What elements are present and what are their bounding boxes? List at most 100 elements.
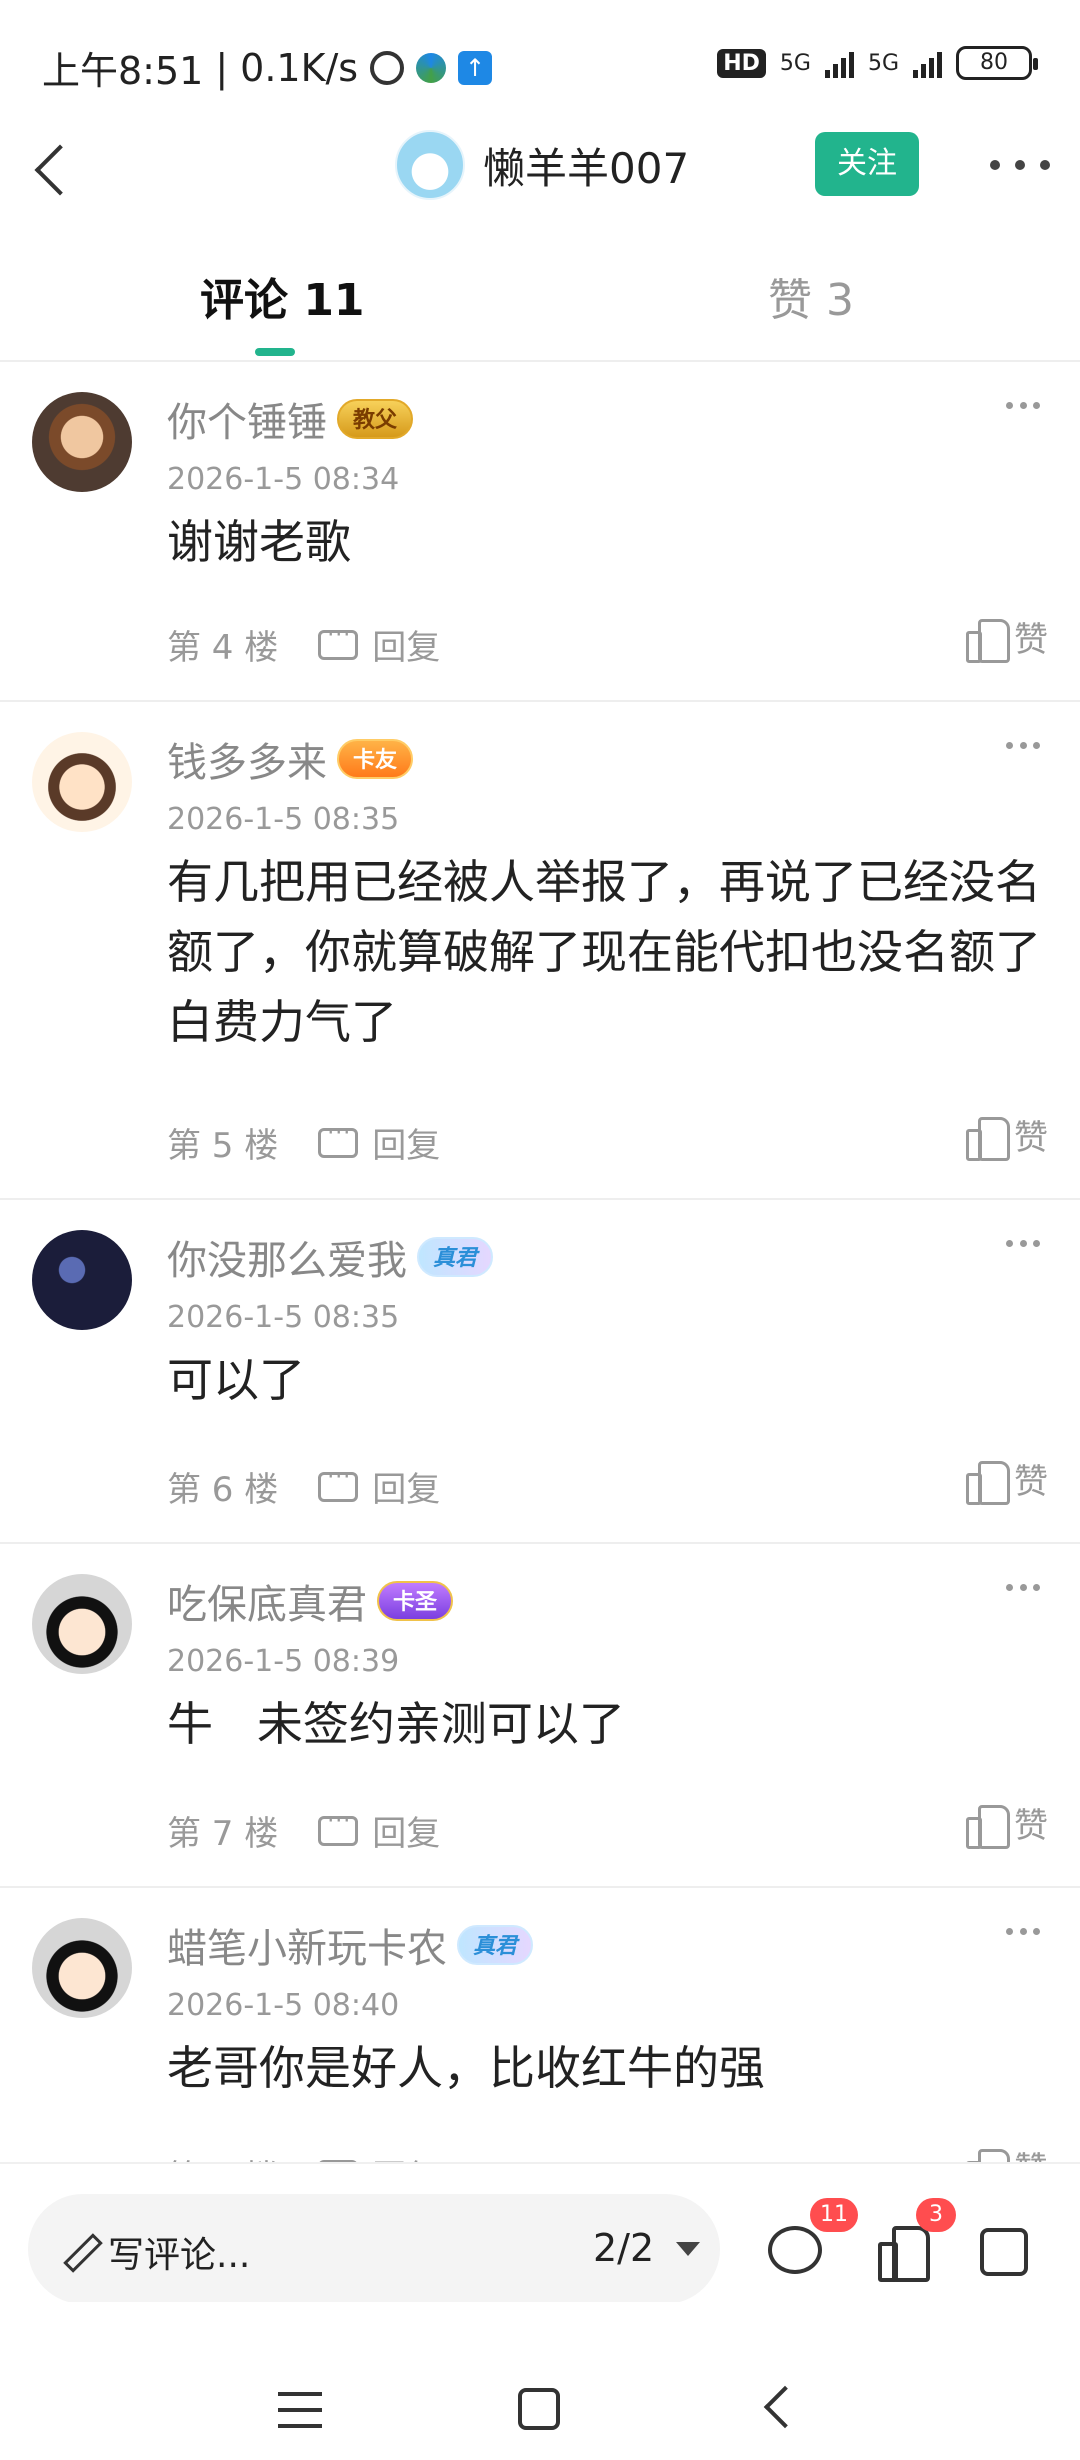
- reply-button[interactable]: 回复: [318, 620, 440, 669]
- more-icon[interactable]: [990, 150, 1050, 180]
- avatar[interactable]: [32, 1230, 132, 1330]
- comment-item: 钱多多来 卡友 2026-1-5 08:35 有几把用已经被人举报了，再说了已经…: [0, 702, 1080, 1198]
- floor-label: 第 5 楼: [167, 1126, 279, 1166]
- menu-icon[interactable]: [278, 2392, 322, 2428]
- browser-notification-icon: [416, 52, 447, 83]
- like-button[interactable]: 赞: [966, 2142, 1048, 2162]
- comment-item: 你个锤锤 教父 2026-1-5 08:34 谢谢老歌 第 4 楼 回复 赞: [0, 362, 1080, 702]
- comment-time: 2026-1-5 08:35: [167, 1300, 400, 1335]
- system-nav-bar: [0, 2302, 1080, 2460]
- status-right: HD 5G 5G 80: [717, 46, 1038, 80]
- back-icon[interactable]: [763, 2385, 807, 2429]
- tab-indicator: [255, 348, 295, 356]
- comment-text: 老哥你是好人，比收红牛的强: [167, 2041, 765, 2095]
- hd-icon: HD: [717, 48, 766, 78]
- pencil-icon: [62, 2230, 98, 2266]
- thumb-up-icon: [966, 2147, 1010, 2162]
- comment-text: 牛 未签约亲测可以了: [167, 1697, 625, 1751]
- reply-button[interactable]: 回复: [318, 2150, 440, 2162]
- comment-more-icon[interactable]: [1006, 1928, 1040, 1938]
- like-button[interactable]: 赞: [966, 612, 1048, 663]
- comment-more-icon[interactable]: [1006, 402, 1040, 412]
- tab-likes[interactable]: 赞 3: [768, 264, 854, 328]
- network-type-2: 5G: [867, 50, 899, 76]
- thumb-up-icon: [966, 617, 1010, 663]
- comment-author[interactable]: 你没那么爱我 真君: [167, 1228, 494, 1286]
- comment-text: 谢谢老歌: [167, 515, 351, 569]
- comment-author[interactable]: 蜡笔小新玩卡农 真君: [167, 1916, 534, 1974]
- home-icon[interactable]: [518, 2388, 560, 2430]
- like-label: 赞: [1014, 2142, 1048, 2162]
- user-badge: 教父: [337, 399, 414, 439]
- author-info[interactable]: 懒羊羊007: [395, 130, 689, 200]
- share-icon[interactable]: [980, 2228, 1028, 2276]
- comment-time: 2026-1-5 08:40: [167, 1988, 400, 2023]
- comment-item: 你没那么爱我 真君 2026-1-5 08:35 可以了 第 6 楼 回复 赞: [0, 1200, 1080, 1544]
- comment-input-placeholder[interactable]: 写评论...: [108, 2226, 250, 2278]
- like-label: 赞: [1014, 1806, 1048, 1846]
- thumb-up-icon: [966, 1115, 1010, 1161]
- avatar[interactable]: [32, 1574, 132, 1674]
- avatar[interactable]: [32, 732, 132, 832]
- reply-icon: [318, 1809, 359, 1846]
- avatar[interactable]: [32, 1918, 132, 2018]
- header: 懒羊羊007 关注: [0, 120, 1080, 210]
- comment-footer: 第 6 楼 回复: [167, 1462, 440, 1511]
- back-icon[interactable]: [24, 132, 84, 202]
- comment-more-icon[interactable]: [1006, 1240, 1040, 1250]
- status-left: 上午8:51 | 0.1K/s ↑: [42, 40, 493, 95]
- comment-item: 蜡笔小新玩卡农 真君 2026-1-5 08:40 老哥你是好人，比收红牛的强 …: [0, 1888, 1080, 2162]
- reply-button[interactable]: 回复: [318, 1118, 440, 1167]
- author-avatar[interactable]: [395, 130, 465, 200]
- comment-time: 2026-1-5 08:34: [167, 462, 400, 497]
- user-badge: 真君: [417, 1237, 494, 1277]
- comment-author-name[interactable]: 钱多多来: [167, 730, 327, 788]
- comment-count-badge: 11: [810, 2198, 858, 2232]
- user-badge: 真君: [457, 1925, 534, 1965]
- comment-more-icon[interactable]: [1006, 742, 1040, 752]
- floor-label: 第 6 楼: [167, 1470, 279, 1510]
- reply-label: 回复: [372, 628, 441, 668]
- page-indicator[interactable]: 2/2: [593, 2226, 654, 2270]
- status-time: 上午8:51: [42, 49, 204, 93]
- signal-icon-2: [913, 48, 942, 78]
- follow-button[interactable]: 关注: [815, 132, 919, 196]
- floor-label: 第 7 楼: [167, 1814, 279, 1854]
- like-button[interactable]: 赞: [966, 1110, 1048, 1161]
- comment-author[interactable]: 吃保底真君 卡圣: [167, 1572, 454, 1630]
- chevron-down-icon[interactable]: [676, 2242, 700, 2256]
- comment-more-icon[interactable]: [1006, 1584, 1040, 1594]
- tab-comments[interactable]: 评论 11: [200, 264, 365, 328]
- comment-footer: 第 7 楼 回复: [167, 1806, 440, 1855]
- comment-footer: 第 4 楼 回复: [167, 620, 440, 669]
- comment-item: 吃保底真君 卡圣 2026-1-5 08:39 牛 未签约亲测可以了 第 7 楼…: [0, 1544, 1080, 1888]
- comment-input[interactable]: 写评论... 2/2: [28, 2194, 720, 2304]
- comment-author-name[interactable]: 你没那么爱我: [167, 1228, 407, 1286]
- battery-icon: 80: [956, 46, 1038, 80]
- comment-footer: 第 8 楼 回复: [167, 2150, 440, 2162]
- avatar[interactable]: [32, 392, 132, 492]
- status-bar: 上午8:51 | 0.1K/s ↑ HD 5G 5G 80: [0, 0, 1080, 130]
- reply-button[interactable]: 回复: [318, 1806, 440, 1855]
- like-button[interactable]: 赞: [966, 1454, 1048, 1505]
- comment-text: 有几把用已经被人举报了，再说了已经没名额了，你就算破解了现在能代扣也没名额了白费…: [167, 855, 1041, 1049]
- like-label: 赞: [1014, 1462, 1048, 1502]
- comment-bubble-icon[interactable]: [768, 2226, 822, 2274]
- like-button[interactable]: 赞: [966, 1798, 1048, 1849]
- comment-author-name[interactable]: 吃保底真君: [167, 1572, 367, 1630]
- comment-author[interactable]: 钱多多来 卡友: [167, 730, 414, 788]
- comment-author[interactable]: 你个锤锤 教父: [167, 390, 414, 448]
- comment-footer: 第 5 楼 回复: [167, 1118, 440, 1167]
- comment-author-name[interactable]: 蜡笔小新玩卡农: [167, 1916, 447, 1974]
- network-speed: 0.1K/s: [240, 45, 359, 90]
- comment-author-name[interactable]: 你个锤锤: [167, 390, 327, 448]
- author-name[interactable]: 懒羊羊007: [483, 135, 689, 196]
- like-count-badge: 3: [916, 2198, 956, 2232]
- comment-text: 可以了: [167, 1353, 305, 1407]
- reply-label: 回复: [372, 1470, 441, 1510]
- reply-icon: [318, 1465, 359, 1502]
- reply-icon: [318, 1121, 359, 1158]
- floor-label: 第 4 楼: [167, 628, 279, 668]
- comment-time: 2026-1-5 08:39: [167, 1644, 400, 1679]
- reply-button[interactable]: 回复: [318, 1462, 440, 1511]
